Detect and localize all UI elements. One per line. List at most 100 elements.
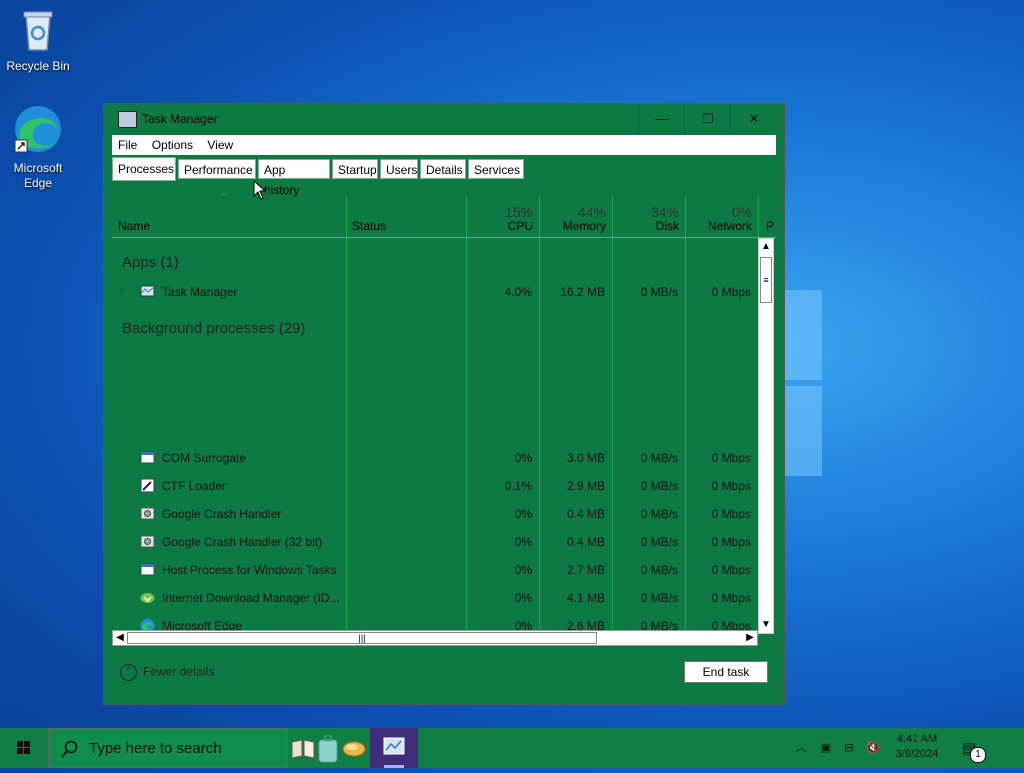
notification-badge: 1: [970, 747, 986, 763]
header-network[interactable]: 0% Network: [685, 196, 758, 237]
recycle-bin-icon: [0, 8, 78, 55]
header-cpu-pct: 15%: [504, 204, 533, 220]
cell-disk: 0 MB/s: [640, 591, 678, 605]
chevron-up-icon: ⌃: [120, 664, 137, 681]
fewer-details-button[interactable]: ⌃ Fewer details: [120, 664, 214, 681]
tab-processes[interactable]: Processes: [112, 157, 176, 181]
scroll-left-icon[interactable]: ◀: [113, 631, 127, 645]
close-icon: ✕: [748, 111, 760, 126]
download-icon: [140, 590, 155, 605]
mouse-cursor-icon: [253, 179, 267, 205]
window-icon: [140, 562, 155, 577]
vertical-scroll-thumb[interactable]: ≡: [760, 257, 772, 303]
scroll-down-icon[interactable]: ▼: [759, 617, 773, 633]
tab-app-history[interactable]: App history: [258, 159, 330, 197]
header-disk-label: Disk: [655, 219, 679, 233]
process-name: Google Crash Handler: [162, 507, 282, 521]
table-row[interactable]: Google Crash Handler 0% 0.4 MB 0 MB/s 0 Mbps: [112, 500, 764, 528]
scroll-right-icon[interactable]: ▶: [743, 631, 757, 645]
minimize-button[interactable]: —: [638, 104, 685, 134]
desktop-icon-label: Microsoft Edge: [0, 161, 78, 191]
desktop-icon-label-line2: Edge: [23, 176, 53, 190]
tray-expand-chevron-icon[interactable]: ︿: [790, 728, 812, 768]
table-row[interactable]: CTF Loader 0.1% 2.9 MB 0 MB/s 0 Mbps: [112, 472, 764, 500]
clock-date: 3/9/2024: [895, 748, 939, 760]
cell-memory: 2.9 MB: [566, 479, 605, 493]
cell-cpu: 0%: [514, 507, 532, 521]
cell-cpu: 0%: [514, 535, 532, 549]
notification-center-button[interactable]: ▤ 1: [952, 728, 992, 768]
tab-services[interactable]: Services: [468, 159, 524, 179]
title-bar[interactable]: Task Manager — ☐ ✕: [104, 104, 784, 135]
menu-view[interactable]: View: [201, 135, 238, 152]
tab-details[interactable]: Details: [420, 159, 466, 179]
table-row[interactable]: Host Process for Windows Tasks 0% 2.7 MB 0 …: [112, 556, 764, 584]
scroll-up-icon[interactable]: ▲: [759, 239, 773, 255]
end-task-button[interactable]: End task: [684, 661, 768, 683]
table-row[interactable]: Internet Download Manager (ID... 0% 4.1 MB…: [112, 584, 764, 612]
task-manager-icon: [118, 111, 137, 128]
tab-performance[interactable]: Performance: [178, 159, 256, 179]
tab-users[interactable]: Users: [380, 159, 418, 179]
maximize-button[interactable]: ☐: [684, 104, 731, 134]
table-row[interactable]: COM Surrogate 0% 3.0 MB 0 MB/s 0 Mbps: [112, 444, 764, 472]
process-name: COM Surrogate: [162, 451, 247, 465]
cell-network: 0 Mbps: [711, 507, 751, 521]
taskbar-app-task-manager[interactable]: [370, 728, 418, 768]
meet-now-icon[interactable]: ▣: [816, 728, 836, 768]
cell-disk: 0 MB/s: [640, 507, 678, 521]
clock-time: 4:41 AM: [896, 733, 938, 745]
header-status-label: Status: [352, 219, 387, 233]
group-background[interactable]: Background processes (29): [122, 320, 305, 337]
clock[interactable]: 4:41 AM 3/9/2024: [886, 728, 948, 768]
cell-network: 0 Mbps: [711, 285, 751, 299]
header-disk-pct: 34%: [650, 204, 679, 220]
desktop-icon-edge[interactable]: Microsoft Edge: [0, 104, 78, 191]
header-disk[interactable]: 34% Disk: [612, 196, 685, 237]
process-name: CTF Loader: [162, 479, 227, 493]
gear-icon: [140, 534, 155, 549]
desktop-icon-recycle-bin[interactable]: Recycle Bin: [0, 8, 78, 73]
volume-muted-icon[interactable]: 🔇: [862, 728, 884, 768]
group-apps[interactable]: Apps (1): [122, 254, 179, 271]
table-row[interactable]: Google Crash Handler (32 bit) 0% 0.4 MB 0 M…: [112, 528, 764, 556]
cloud-icon: [342, 741, 366, 757]
taskbar-app-book[interactable]: [290, 728, 316, 768]
horizontal-scrollbar[interactable]: ◀ ||| ▶: [112, 630, 758, 646]
header-network-pct: 0%: [731, 204, 752, 220]
tab-startup[interactable]: Startup: [332, 159, 378, 179]
task-manager-icon: [140, 284, 155, 299]
fewer-details-label: Fewer details: [143, 664, 215, 679]
horizontal-scroll-thumb[interactable]: |||: [127, 632, 597, 644]
start-button[interactable]: [0, 728, 48, 768]
expand-chevron-icon[interactable]: ›: [120, 285, 123, 296]
table-row[interactable]: › Task Manager 4.0% 16.2 MB 0 MB/s 0 Mbps: [112, 278, 764, 306]
process-table: Name Status 15% CPU 44% Memory 34% Disk …: [112, 196, 776, 636]
network-icon[interactable]: ⊟: [838, 728, 860, 768]
taskbar-app-luggage[interactable]: [316, 728, 340, 768]
process-name: Google Crash Handler (32 bit): [162, 535, 323, 549]
cell-disk: 0 MB/s: [640, 563, 678, 577]
close-button[interactable]: ✕: [730, 104, 777, 134]
menu-options[interactable]: Options: [146, 135, 198, 152]
gear-icon: [140, 506, 155, 521]
vertical-scrollbar[interactable]: ▲ ≡ ▼: [758, 238, 774, 634]
maximize-icon: ☐: [702, 111, 714, 126]
menu-file[interactable]: File: [112, 135, 142, 152]
header-memory-label: Memory: [562, 219, 606, 233]
header-power-label: P: [766, 219, 775, 233]
cell-network: 0 Mbps: [711, 451, 751, 465]
taskbar-search-box[interactable]: Type here to search: [48, 728, 288, 768]
windows-start-icon: [17, 741, 30, 754]
process-name: Internet Download Manager (ID...: [162, 591, 340, 605]
task-manager-taskbar-icon: [383, 737, 405, 768]
cell-cpu: 4.0%: [504, 285, 532, 299]
taskbar-app-cloud[interactable]: [340, 728, 368, 768]
header-name[interactable]: Name: [112, 196, 346, 237]
cell-cpu: 0%: [514, 591, 532, 605]
cell-disk: 0 MB/s: [640, 479, 678, 493]
header-power[interactable]: P: [760, 196, 776, 237]
header-cpu[interactable]: 15% CPU: [466, 196, 539, 237]
header-memory[interactable]: 44% Memory: [539, 196, 612, 237]
header-status[interactable]: Status: [346, 196, 466, 237]
